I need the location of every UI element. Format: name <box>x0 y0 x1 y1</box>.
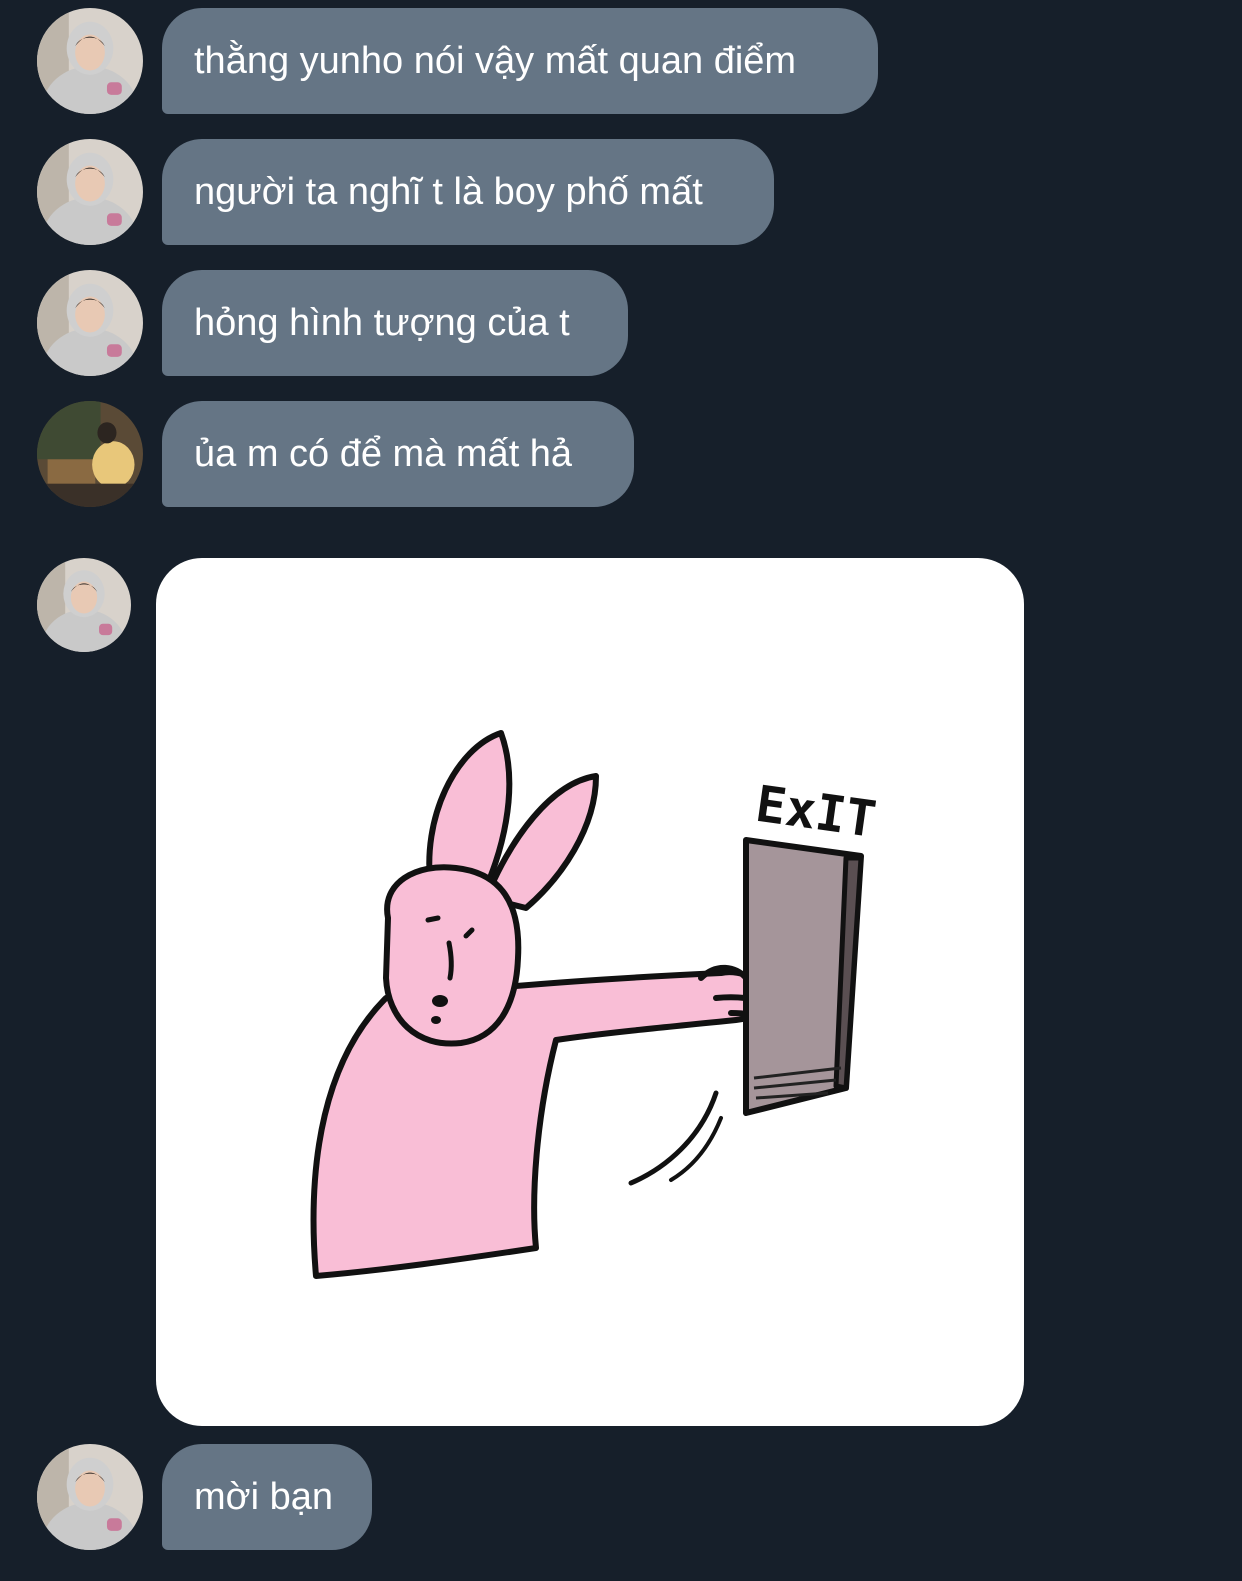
avatar[interactable] <box>37 139 143 245</box>
avatar[interactable] <box>37 401 143 507</box>
message-text: ủa m có để mà mất hả <box>194 433 573 475</box>
avatar[interactable] <box>37 1444 143 1550</box>
rabbit-exit-sticker: ExIT <box>310 730 880 1279</box>
avatar-photo-hoodie <box>37 1444 143 1550</box>
message-bubble[interactable]: ủa m có để mà mất hả <box>162 401 634 507</box>
sticker-message[interactable]: ExIT <box>156 558 1024 1426</box>
message-text: thằng yunho nói vậy mất quan điểm <box>194 40 797 82</box>
message-bubble[interactable]: hỏng hình tượng của t <box>162 270 628 376</box>
avatar-photo-hoodie <box>37 558 131 652</box>
avatar[interactable] <box>37 8 143 114</box>
message-text: hỏng hình tượng của t <box>194 302 570 344</box>
message-bubble[interactable]: thằng yunho nói vậy mất quan điểm <box>162 8 878 114</box>
avatar-photo-hoodie <box>37 8 143 114</box>
message-bubble[interactable]: mời bạn <box>162 1444 372 1550</box>
message-text: mời bạn <box>194 1476 333 1518</box>
avatar-photo-hoodie <box>37 139 143 245</box>
message-bubble[interactable]: người ta nghĩ t là boy phố mất <box>162 139 774 245</box>
avatar[interactable] <box>37 270 143 376</box>
avatar-photo-room <box>37 401 143 507</box>
avatar-photo-hoodie <box>37 270 143 376</box>
exit-sign-text: ExIT <box>752 775 879 849</box>
message-text: người ta nghĩ t là boy phố mất <box>194 171 703 213</box>
avatar[interactable] <box>37 558 131 652</box>
